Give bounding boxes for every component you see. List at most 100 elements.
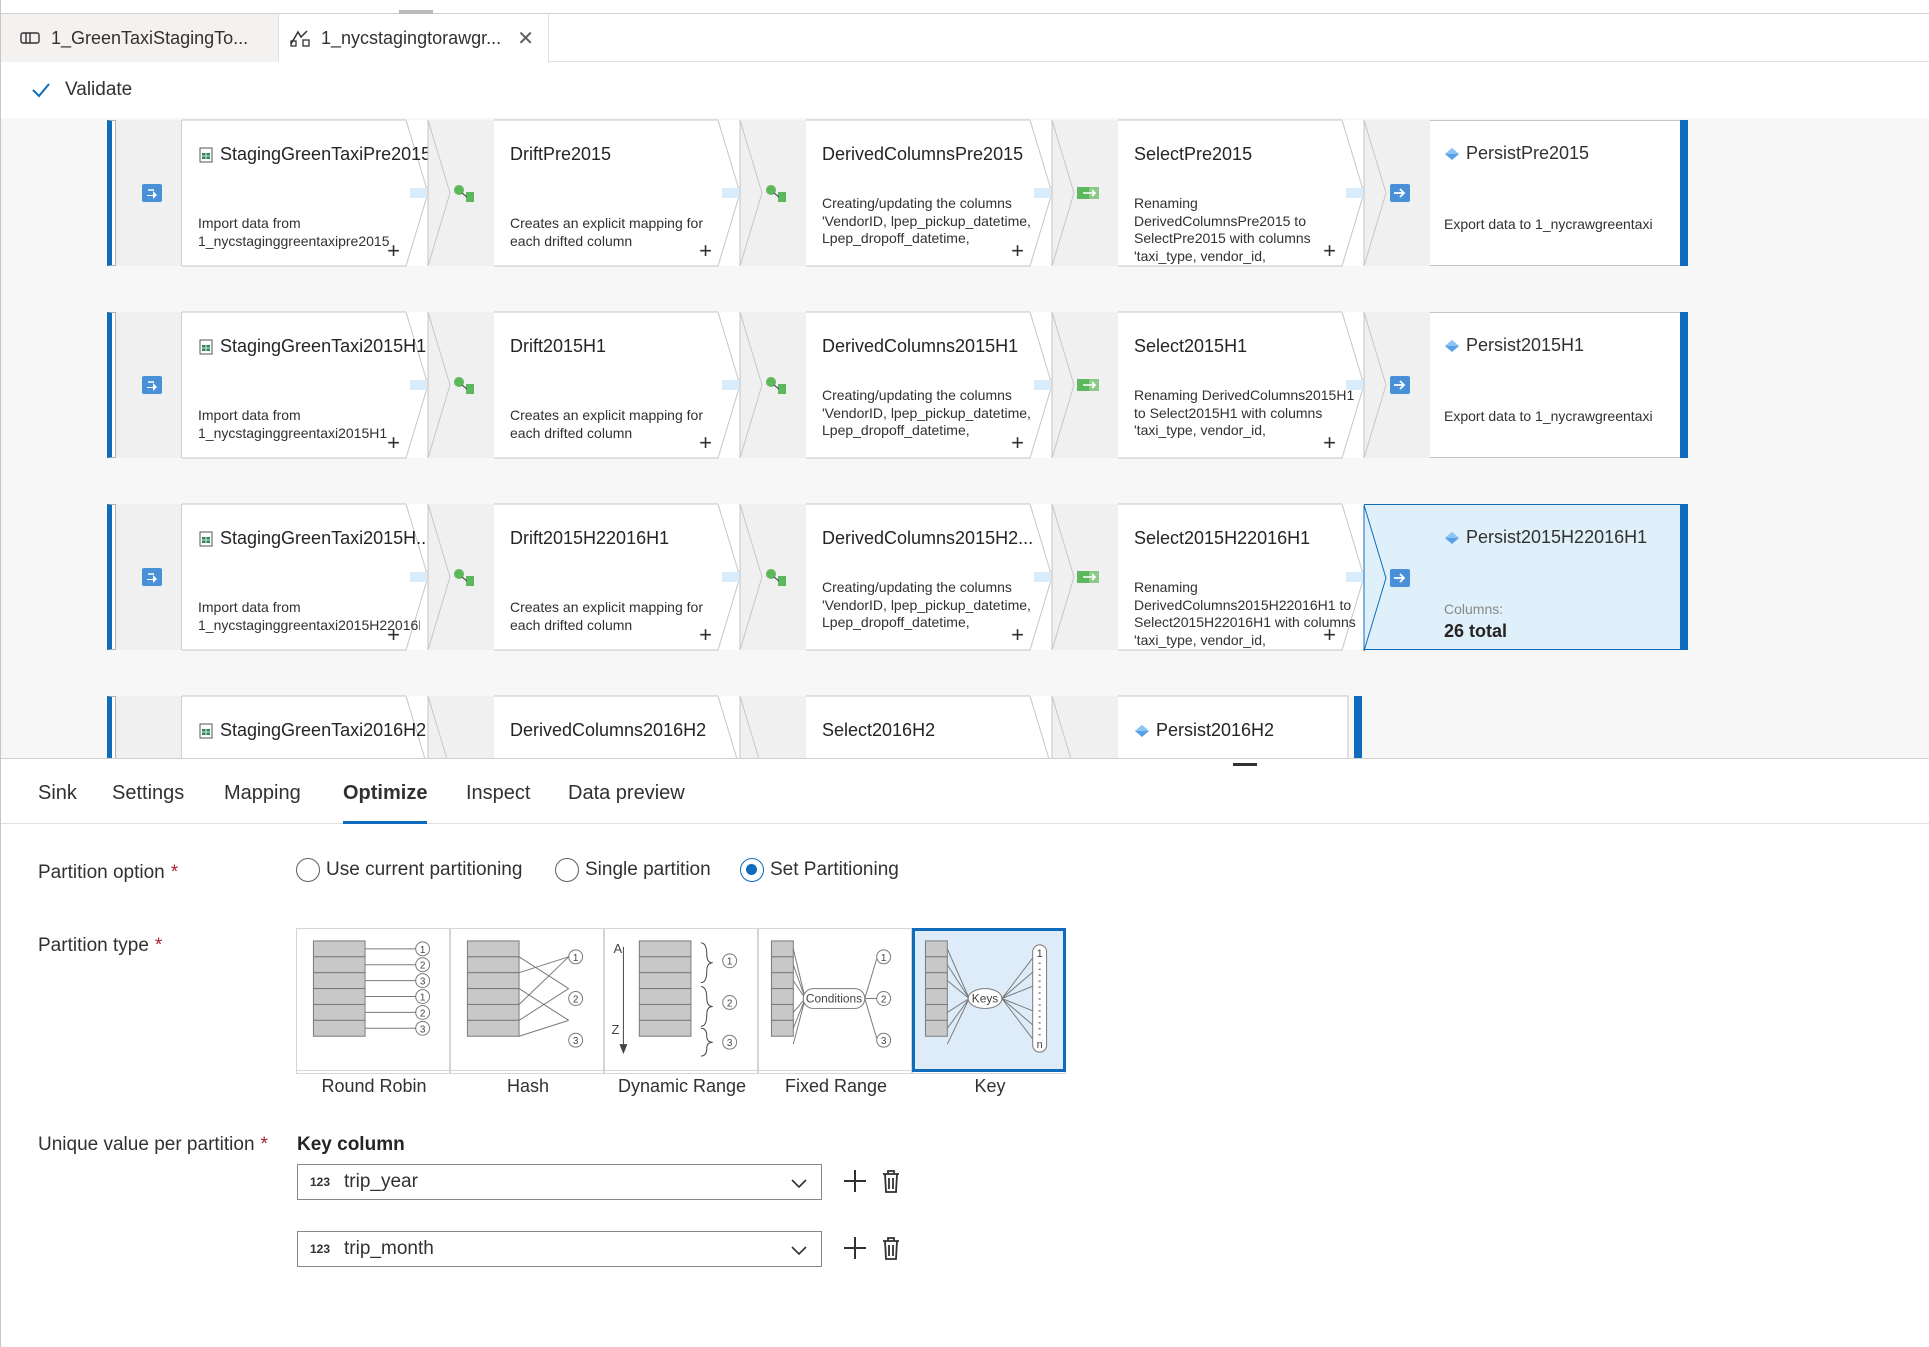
partition-type-round-robin[interactable]: 1 2 3 1 2 3 Round Robin: [296, 928, 450, 1096]
tab-data-preview[interactable]: Data preview: [568, 782, 685, 824]
partition-type-dynamic-range[interactable]: A Z 1 2 3 Dynamic Range: [604, 928, 758, 1096]
drift-transform-node[interactable]: Drift2015H1 Creates an explicit mapping f…: [494, 311, 741, 459]
select-transform-node[interactable]: SelectPre2015 Renaming DerivedColumnsPre2…: [1118, 119, 1365, 267]
derived-node-title: DerivedColumnsPre2015: [822, 144, 1024, 164]
derived-node-handle[interactable]: [739, 311, 806, 459]
sink-node-handle[interactable]: [1363, 119, 1430, 267]
svg-text:Z: Z: [611, 1022, 619, 1037]
sink-transform-node[interactable]: Persist2015H1 Export data to 1_nycrawgree…: [1430, 312, 1680, 458]
delete-icon[interactable]: [877, 1167, 905, 1195]
partition-type-fixed-range[interactable]: Conditions 1 2 3 Fixed Range: [758, 928, 912, 1096]
dataflow-canvas[interactable]: StagingGreenTaxiPre2015 Import data from …: [1, 118, 1929, 758]
key-column-header: Key column: [297, 1134, 405, 1155]
radio-set-partitioning[interactable]: Set Partitioning: [740, 858, 899, 882]
add-icon[interactable]: [841, 1167, 869, 1195]
delete-icon[interactable]: [877, 1234, 905, 1262]
source-transform-icon: [142, 568, 162, 586]
svg-text:Keys: Keys: [972, 991, 999, 1005]
source-node-handle[interactable]: [116, 504, 182, 650]
derived-transform-node[interactable]: DerivedColumnsPre2015 Creating/updating t…: [806, 119, 1053, 267]
source-transform-node[interactable]: StagingGreenTaxiPre2015 Import data from …: [182, 119, 431, 267]
select-transform-icon: [1077, 571, 1099, 583]
key-column-dropdown[interactable]: 123 trip_month: [297, 1231, 822, 1267]
add-transform-button[interactable]: +: [387, 624, 400, 646]
source-transform-node[interactable]: StagingGreenTaxi2015H... Import data from…: [182, 503, 431, 651]
drift-transform-node[interactable]: Drift2015H22016H1 Creates an explicit map…: [494, 503, 741, 651]
sink-transform-node[interactable]: Persist2015H22016H1 Columns: 26 total: [1430, 504, 1680, 650]
add-transform-button[interactable]: +: [1011, 432, 1024, 454]
drift-transform-node[interactable]: DriftPre2015 Creates an explicit mapping …: [494, 119, 741, 267]
sink-node-handle[interactable]: [1051, 695, 1118, 758]
add-transform-button[interactable]: +: [1323, 240, 1336, 262]
tab-mapping[interactable]: Mapping: [224, 782, 301, 824]
select-transform-node[interactable]: Select2016H2: [806, 695, 1052, 758]
select-transform-icon: [1077, 187, 1099, 199]
tab-sink[interactable]: Sink: [38, 782, 77, 824]
partition-type-hash[interactable]: 1 2 3 Hash: [450, 928, 604, 1096]
add-transform-button[interactable]: +: [1323, 624, 1336, 646]
derived-transform-node[interactable]: DerivedColumns2015H2... Creating/updating…: [806, 503, 1053, 651]
tab-inspect[interactable]: Inspect: [466, 782, 530, 824]
radio-circle[interactable]: [296, 858, 320, 882]
tab-pipeline[interactable]: 1_GreenTaxiStagingTo...: [1, 14, 279, 62]
partition-type-key[interactable]: Keys 1 n Key: [912, 928, 1066, 1096]
add-transform-button[interactable]: +: [387, 432, 400, 454]
source-node-handle[interactable]: [116, 312, 182, 458]
svg-text:2: 2: [727, 998, 733, 1009]
derived-node-title: DerivedColumns2015H2...: [822, 528, 1034, 548]
validate-button[interactable]: Validate: [65, 79, 132, 101]
select-node-handle[interactable]: [1051, 503, 1118, 651]
radio-single-partition[interactable]: Single partition: [555, 858, 711, 882]
sink-node-handle[interactable]: [1363, 311, 1430, 459]
add-icon[interactable]: [841, 1234, 869, 1262]
select-transform-node[interactable]: Select2015H22016H1 Renaming DerivedColumn…: [1118, 503, 1365, 651]
document-tab-bar: 1_GreenTaxiStagingTo... 1_nycstagingtora…: [1, 14, 1929, 62]
add-transform-button[interactable]: +: [699, 240, 712, 262]
add-transform-button[interactable]: +: [699, 432, 712, 454]
svg-text:1: 1: [420, 992, 426, 1003]
columns-label: Columns:: [1444, 601, 1504, 617]
derived-node-handle[interactable]: [427, 695, 494, 758]
svg-text:2: 2: [573, 994, 579, 1005]
derived-transform-node[interactable]: DerivedColumns2016H2: [494, 695, 740, 758]
tab-optimize[interactable]: Optimize: [343, 782, 428, 824]
select-node-handle[interactable]: [739, 695, 806, 758]
derived-node-handle[interactable]: [739, 503, 806, 651]
dataset-icon: [1445, 147, 1459, 160]
panel-splitter[interactable]: [1, 758, 1929, 766]
source-transform-icon: [142, 376, 162, 394]
add-transform-button[interactable]: +: [1011, 240, 1024, 262]
tab-dataflow[interactable]: 1_nycstagingtorawgr... ✕: [279, 14, 549, 62]
source-transform-node[interactable]: StagingGreenTaxi2016H2: [182, 695, 428, 758]
stream-row: StagingGreenTaxi2016H2 DerivedColumns2016…: [107, 694, 1727, 758]
source-node-handle[interactable]: [116, 696, 182, 758]
drift-node-handle[interactable]: [427, 311, 494, 459]
close-icon[interactable]: ✕: [517, 26, 534, 51]
add-transform-button[interactable]: +: [1011, 624, 1024, 646]
derived-node-handle[interactable]: [739, 119, 806, 267]
sink-node-handle[interactable]: [1363, 504, 1430, 652]
add-transform-button[interactable]: +: [699, 624, 712, 646]
radio-circle[interactable]: [555, 858, 579, 882]
source-transform-node[interactable]: StagingGreenTaxi2015H1 Import data from 1…: [182, 311, 429, 459]
key-column-dropdown[interactable]: 123 trip_year: [297, 1164, 822, 1200]
select-node-handle[interactable]: [1051, 119, 1118, 267]
select-transform-node[interactable]: Select2015H1 Renaming DerivedColumns2015H…: [1118, 311, 1365, 459]
svg-text:1: 1: [573, 953, 579, 964]
add-transform-button[interactable]: +: [387, 240, 400, 262]
source-node-handle[interactable]: [116, 120, 182, 266]
drift-node-handle[interactable]: [427, 503, 494, 651]
sink-transform-node[interactable]: Persist2016H2: [1118, 695, 1349, 758]
radio-circle-selected[interactable]: [740, 858, 764, 882]
stream-row: StagingGreenTaxi2015H... Import data from…: [107, 502, 1727, 652]
add-transform-button[interactable]: +: [1323, 432, 1336, 454]
sink-transform-node[interactable]: PersistPre2015 Export data to 1_nycrawgre…: [1430, 120, 1680, 266]
drift-node-handle[interactable]: [427, 119, 494, 267]
source-transform-icon: [142, 184, 162, 202]
derived-transform-node[interactable]: DerivedColumns2015H1 Creating/updating th…: [806, 311, 1053, 459]
tab-settings[interactable]: Settings: [112, 782, 184, 824]
stream-row: StagingGreenTaxiPre2015 Import data from …: [107, 118, 1727, 268]
select-node-handle[interactable]: [1051, 311, 1118, 459]
radio-use-current-partitioning[interactable]: Use current partitioning: [296, 858, 522, 882]
stream-start-marker: [107, 312, 116, 458]
